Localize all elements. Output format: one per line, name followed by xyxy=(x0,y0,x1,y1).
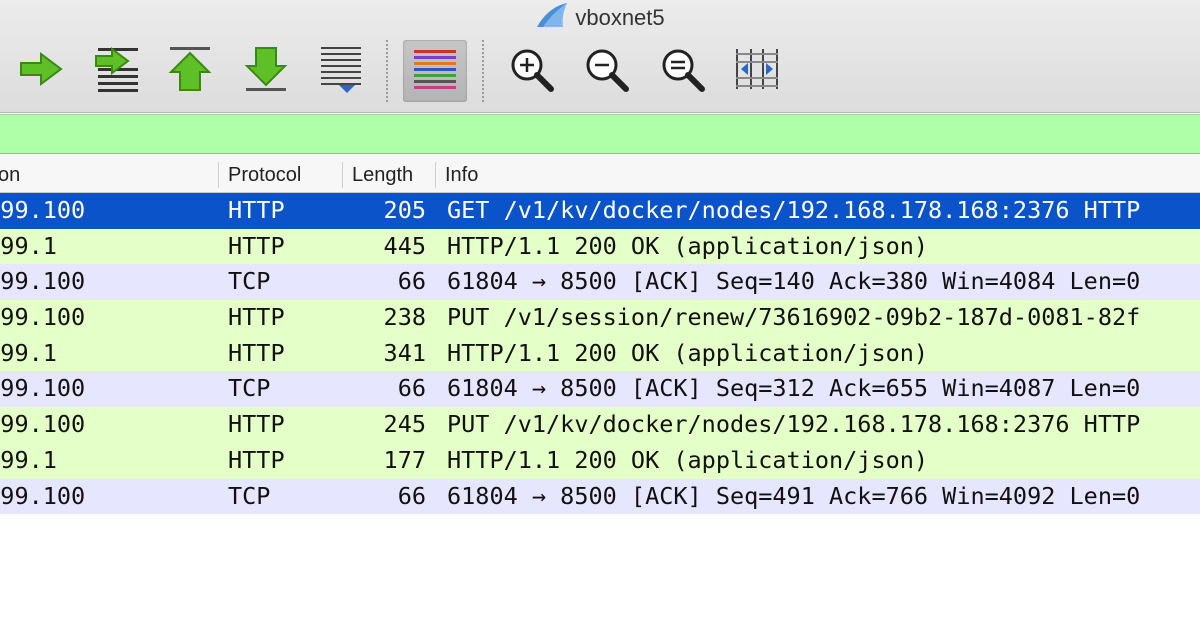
packet-protocol: HTTP xyxy=(228,410,285,439)
resize-columns-icon xyxy=(732,45,782,98)
go-to-first-packet-button[interactable] xyxy=(88,44,142,98)
packet-length: 66 xyxy=(397,267,426,296)
packet-row[interactable]: 8.99.100 TCP 66 61804 → 8500 [ACK] Seq=1… xyxy=(0,264,1200,301)
arrow-into-list-icon xyxy=(90,44,140,99)
main-toolbar: vboxnet5 xyxy=(0,0,1200,113)
packet-info: HTTP/1.1 200 OK (application/json) xyxy=(447,231,929,260)
column-divider[interactable] xyxy=(342,162,343,188)
go-to-packet-button[interactable] xyxy=(14,44,68,98)
packet-info: HTTP/1.1 200 OK (application/json) xyxy=(447,445,929,474)
packet-info: PUT /v1/kv/docker/nodes/192.168.178.168:… xyxy=(447,410,1141,439)
packet-protocol: HTTP xyxy=(228,231,285,260)
packet-length: 205 xyxy=(383,196,426,224)
packet-protocol: HTTP xyxy=(228,338,285,367)
packet-protocol: TCP xyxy=(228,374,271,403)
packet-source: 8.99.1 xyxy=(0,338,57,367)
packet-list: 8.99.100 HTTP 205 GET /v1/kv/docker/node… xyxy=(0,193,1200,515)
packet-row[interactable]: 8.99.100 HTTP 245 PUT /v1/kv/docker/node… xyxy=(0,407,1200,443)
packet-list-header: on Protocol Length Info xyxy=(0,156,1200,193)
colorize-lines-icon xyxy=(411,45,459,98)
packet-protocol: HTTP xyxy=(228,303,285,332)
green-right-arrow-icon xyxy=(17,49,65,94)
column-header-source[interactable]: on xyxy=(0,156,20,192)
packet-length: 238 xyxy=(383,303,426,332)
toolbar-separator xyxy=(386,40,388,102)
green-up-arrow-icon xyxy=(166,44,214,99)
packet-info: GET /v1/kv/docker/nodes/192.168.178.168:… xyxy=(447,196,1141,224)
packet-source: 8.99.100 xyxy=(0,481,86,510)
wireshark-fin-icon xyxy=(535,2,569,34)
toolbar-separator xyxy=(482,40,484,102)
packet-row[interactable]: 8.99.1 HTTP 341 HTTP/1.1 200 OK (applica… xyxy=(0,335,1200,372)
packet-protocol: HTTP xyxy=(228,445,285,474)
packet-row[interactable]: 8.99.1 HTTP 177 HTTP/1.1 200 OK (applica… xyxy=(0,442,1200,479)
packet-info: 61804 → 8500 [ACK] Seq=312 Ack=655 Win=4… xyxy=(447,374,1141,403)
packet-row[interactable]: 8.99.100 HTTP 205 GET /v1/kv/docker/node… xyxy=(0,193,1200,229)
display-filter-bar xyxy=(0,114,1200,155)
packet-info: 61804 → 8500 [ACK] Seq=491 Ack=766 Win=4… xyxy=(447,481,1141,510)
packet-source: 8.99.100 xyxy=(0,410,86,439)
packet-row[interactable]: 8.99.100 TCP 66 61804 → 8500 [ACK] Seq=3… xyxy=(0,371,1200,408)
zoom-in-button[interactable] xyxy=(504,44,558,98)
packet-protocol: TCP xyxy=(228,267,271,296)
packet-protocol: TCP xyxy=(228,481,271,510)
zoom-in-icon xyxy=(507,45,555,98)
packet-source: 8.99.1 xyxy=(0,445,57,474)
packet-source: 8.99.100 xyxy=(0,196,86,224)
column-header-protocol[interactable]: Protocol xyxy=(228,156,301,192)
auto-scroll-button[interactable] xyxy=(314,44,368,98)
packet-length: 445 xyxy=(383,231,426,260)
packet-info: HTTP/1.1 200 OK (application/json) xyxy=(447,338,929,367)
packet-source: 8.99.100 xyxy=(0,303,86,332)
packet-length: 341 xyxy=(383,338,426,367)
packet-info: PUT /v1/session/renew/73616902-09b2-187d… xyxy=(447,303,1141,332)
window-title: vboxnet5 xyxy=(0,2,1200,34)
column-divider[interactable] xyxy=(435,162,436,188)
previous-packet-button[interactable] xyxy=(163,44,217,98)
next-packet-button[interactable] xyxy=(239,44,293,98)
packet-info: 61804 → 8500 [ACK] Seq=140 Ack=380 Win=4… xyxy=(447,267,1141,296)
display-filter-input[interactable] xyxy=(0,115,1200,155)
zoom-out-button[interactable] xyxy=(579,44,633,98)
scroll-to-last-icon xyxy=(317,43,365,100)
packet-length: 245 xyxy=(383,410,426,439)
normal-size-button[interactable] xyxy=(655,44,709,98)
packet-source: 8.99.1 xyxy=(0,231,57,260)
packet-source: 8.99.100 xyxy=(0,267,86,296)
column-header-length[interactable]: Length xyxy=(352,156,413,192)
column-header-info[interactable]: Info xyxy=(445,156,478,192)
column-divider[interactable] xyxy=(218,162,219,188)
packet-length: 177 xyxy=(383,445,426,474)
packet-row[interactable]: 8.99.100 HTTP 238 PUT /v1/session/renew/… xyxy=(0,300,1200,336)
green-down-arrow-icon xyxy=(242,44,290,99)
packet-row[interactable]: 8.99.100 TCP 66 61804 → 8500 [ACK] Seq=4… xyxy=(0,478,1200,515)
zoom-normal-icon xyxy=(658,45,706,98)
zoom-out-icon xyxy=(582,45,630,98)
packet-source: 8.99.100 xyxy=(0,374,86,403)
packet-length: 66 xyxy=(397,481,426,510)
packet-protocol: HTTP xyxy=(228,196,285,224)
packet-row[interactable]: 8.99.1 HTTP 445 HTTP/1.1 200 OK (applica… xyxy=(0,228,1200,265)
resize-columns-button[interactable] xyxy=(730,44,784,98)
colorize-button[interactable] xyxy=(403,40,467,102)
window-title-text: vboxnet5 xyxy=(575,5,665,30)
packet-length: 66 xyxy=(397,374,426,403)
